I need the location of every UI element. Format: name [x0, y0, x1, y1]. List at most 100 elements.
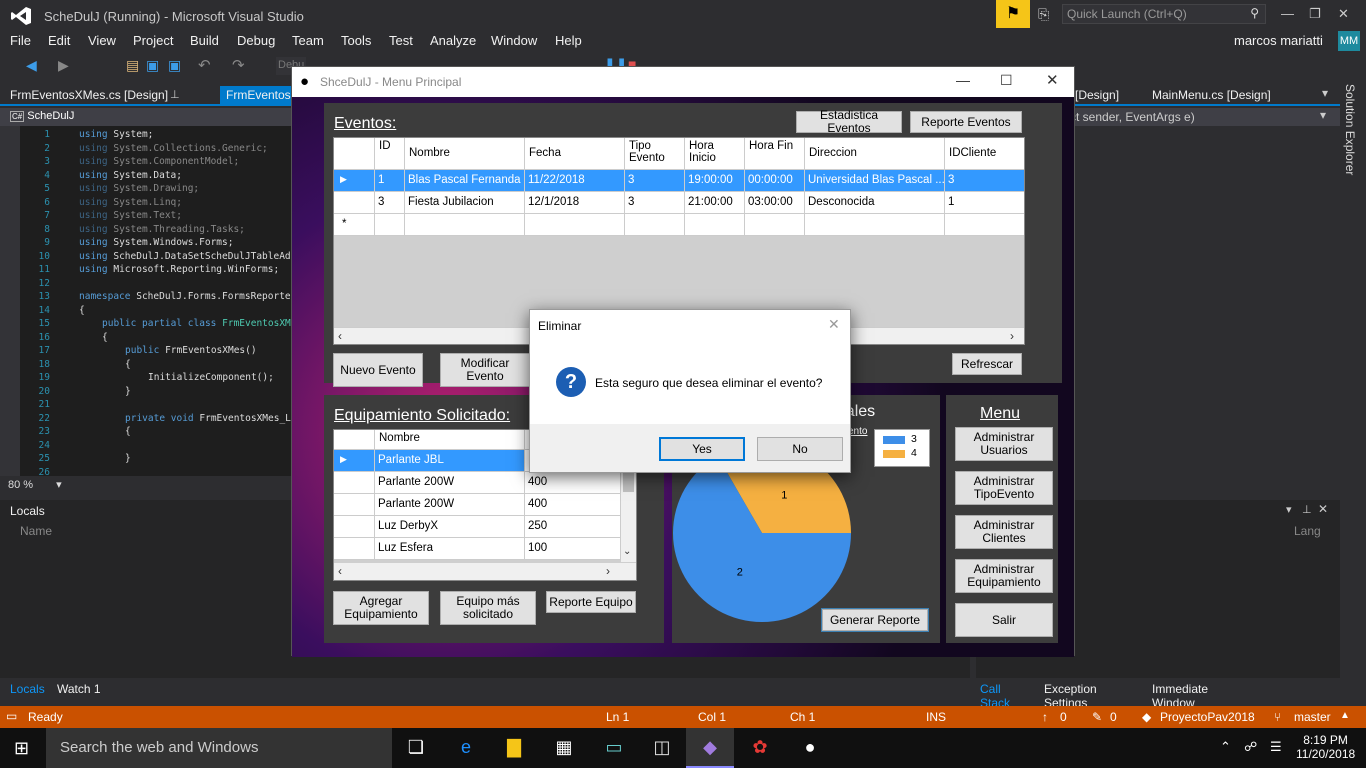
- table-cell[interactable]: 00:00:00: [745, 170, 805, 192]
- menu-tools[interactable]: Tools: [341, 33, 371, 48]
- quick-launch-input[interactable]: Quick Launch (Ctrl+Q) ⚲: [1062, 4, 1266, 24]
- menu-edit[interactable]: Edit: [48, 33, 70, 48]
- tab-frmeventosxmes-design[interactable]: FrmEventosXMes.cs [Design]: [10, 88, 168, 102]
- close-icon[interactable]: ✕: [1338, 6, 1349, 22]
- feedback-flag-icon[interactable]: ⚑: [996, 0, 1030, 28]
- save-icon[interactable]: ▣: [146, 57, 159, 74]
- table-cell[interactable]: [945, 214, 1024, 236]
- refrescar-button[interactable]: Refrescar: [952, 353, 1022, 375]
- dropdown-arrow-icon[interactable]: ▾: [1320, 108, 1326, 122]
- branch-icon[interactable]: ⑂: [1274, 710, 1281, 724]
- panel-menu-icon[interactable]: ▾: [1286, 503, 1292, 516]
- table-cell[interactable]: 3: [375, 192, 405, 214]
- table-cell[interactable]: [525, 214, 625, 236]
- action-center-icon[interactable]: ☰: [1270, 739, 1282, 755]
- row-selector[interactable]: [334, 494, 375, 516]
- remote-desktop-icon[interactable]: ▭: [602, 737, 626, 759]
- reporte-eventos-button[interactable]: Reporte Eventos: [910, 111, 1022, 133]
- table-cell[interactable]: 12/1/2018: [525, 192, 625, 214]
- tab-mainmenu-design[interactable]: MainMenu.cs [Design]: [1152, 88, 1271, 102]
- visual-studio-taskbar-button[interactable]: ◆: [686, 728, 734, 768]
- close-icon[interactable]: ✕: [1318, 502, 1328, 516]
- table-cell[interactable]: [625, 214, 685, 236]
- col-idcliente[interactable]: IDCliente: [945, 138, 1024, 170]
- solution-explorer-tab[interactable]: Solution Explorer: [1343, 84, 1357, 175]
- scroll-right-icon[interactable]: ›: [1010, 329, 1014, 343]
- table-cell[interactable]: Luz DerbyX: [375, 516, 525, 538]
- table-cell[interactable]: Desconocida: [805, 192, 945, 214]
- tab-watch[interactable]: Watch 1: [57, 682, 101, 696]
- menu-debug[interactable]: Debug: [237, 33, 275, 48]
- undo-icon[interactable]: ↶: [198, 56, 211, 74]
- menu-view[interactable]: View: [88, 33, 116, 48]
- method-dropdown[interactable]: ct sender, EventArgs e): [1070, 110, 1195, 124]
- scroll-left-icon[interactable]: ‹: [338, 329, 342, 343]
- col-equipo-nombre[interactable]: Nombre: [375, 430, 525, 450]
- agregar-equipamiento-button[interactable]: Agregar Equipamiento: [333, 591, 429, 625]
- table-cell[interactable]: [685, 214, 745, 236]
- project-dropdown[interactable]: C# ScheDulJ: [10, 110, 74, 122]
- save-all-icon[interactable]: ▣: [168, 57, 181, 74]
- redo-icon[interactable]: ↷: [232, 56, 245, 74]
- tab-design[interactable]: [Design]: [1075, 88, 1119, 102]
- administrar-clientes-button[interactable]: Administrar Clientes: [955, 515, 1053, 549]
- repo-icon[interactable]: ◆: [1142, 710, 1151, 724]
- table-cell[interactable]: Parlante 200W: [375, 494, 525, 516]
- table-cell[interactable]: 250: [525, 516, 621, 538]
- task-view-icon[interactable]: ❏: [404, 737, 428, 759]
- scroll-right-icon[interactable]: ›: [606, 564, 610, 578]
- row-selector-icon[interactable]: ▶: [334, 450, 375, 472]
- app-red-icon[interactable]: ✿: [748, 737, 772, 759]
- file-explorer-icon[interactable]: ▇: [502, 737, 526, 759]
- windows-start-icon[interactable]: ⊞: [14, 738, 29, 759]
- table-cell[interactable]: [405, 214, 525, 236]
- tab-locals[interactable]: Locals: [6, 681, 49, 697]
- menu-file[interactable]: File: [10, 33, 31, 48]
- modificar-evento-button[interactable]: Modificar Evento: [440, 353, 530, 387]
- table-cell[interactable]: 100: [525, 538, 621, 560]
- administrar-usuarios-button[interactable]: Administrar Usuarios: [955, 427, 1053, 461]
- menu-project[interactable]: Project: [133, 33, 173, 48]
- horizontal-scrollbar[interactable]: ‹ ›: [334, 563, 636, 580]
- nuevo-evento-button[interactable]: Nuevo Evento: [333, 353, 423, 387]
- chevron-up-icon[interactable]: ⌃: [1220, 739, 1231, 755]
- edge-icon[interactable]: e: [454, 737, 478, 759]
- no-button[interactable]: No: [757, 437, 843, 461]
- pin-icon[interactable]: ⊥: [1302, 503, 1312, 516]
- col-nombre[interactable]: Nombre: [405, 138, 525, 170]
- chevron-up-icon[interactable]: ▲: [1340, 710, 1350, 721]
- scroll-left-icon[interactable]: ‹: [338, 564, 342, 578]
- app-schedulj-icon[interactable]: ●: [798, 737, 822, 759]
- col-hora-fin[interactable]: Hora Fin: [745, 138, 805, 170]
- tab-overflow-icon[interactable]: ▾: [1322, 86, 1328, 100]
- network-icon[interactable]: ☍: [1244, 739, 1257, 755]
- new-row-marker[interactable]: *: [334, 214, 375, 236]
- menu-analyze[interactable]: Analyze: [430, 33, 476, 48]
- dialog-close-icon[interactable]: ✕: [828, 316, 840, 333]
- menu-build[interactable]: Build: [190, 33, 219, 48]
- estadistica-eventos-button[interactable]: Estadistica Eventos: [796, 109, 902, 135]
- taskbar-search[interactable]: Search the web and Windows: [46, 728, 392, 768]
- table-cell[interactable]: 19:00:00: [685, 170, 745, 192]
- row-selector[interactable]: [334, 192, 375, 214]
- avatar[interactable]: MM: [1338, 31, 1360, 51]
- table-cell[interactable]: Parlante 200W: [375, 472, 525, 494]
- maximize-icon[interactable]: ☐: [1000, 72, 1013, 89]
- table-cell[interactable]: 11/22/2018: [525, 170, 625, 192]
- minimize-icon[interactable]: —: [956, 72, 970, 88]
- back-icon[interactable]: ◀: [26, 57, 37, 74]
- table-cell[interactable]: Blas Pascal Fernanda: [405, 170, 525, 192]
- col-fecha[interactable]: Fecha: [525, 138, 625, 170]
- col-direccion[interactable]: Direccion: [805, 138, 945, 170]
- administrar-equipamiento-button[interactable]: Administrar Equipamiento: [955, 559, 1053, 593]
- row-selector-icon[interactable]: ▶: [334, 170, 375, 192]
- unpushed-count[interactable]: 0: [1060, 710, 1067, 724]
- user-name[interactable]: marcos mariatti: [1234, 33, 1323, 48]
- minimize-icon[interactable]: —: [1281, 6, 1294, 21]
- pin-icon[interactable]: ⊥: [170, 88, 180, 101]
- status-branch[interactable]: master: [1294, 710, 1331, 724]
- table-cell[interactable]: Fiesta Jubilacion: [405, 192, 525, 214]
- table-cell[interactable]: 3: [625, 170, 685, 192]
- menu-help[interactable]: Help: [555, 33, 582, 48]
- table-cell[interactable]: [375, 214, 405, 236]
